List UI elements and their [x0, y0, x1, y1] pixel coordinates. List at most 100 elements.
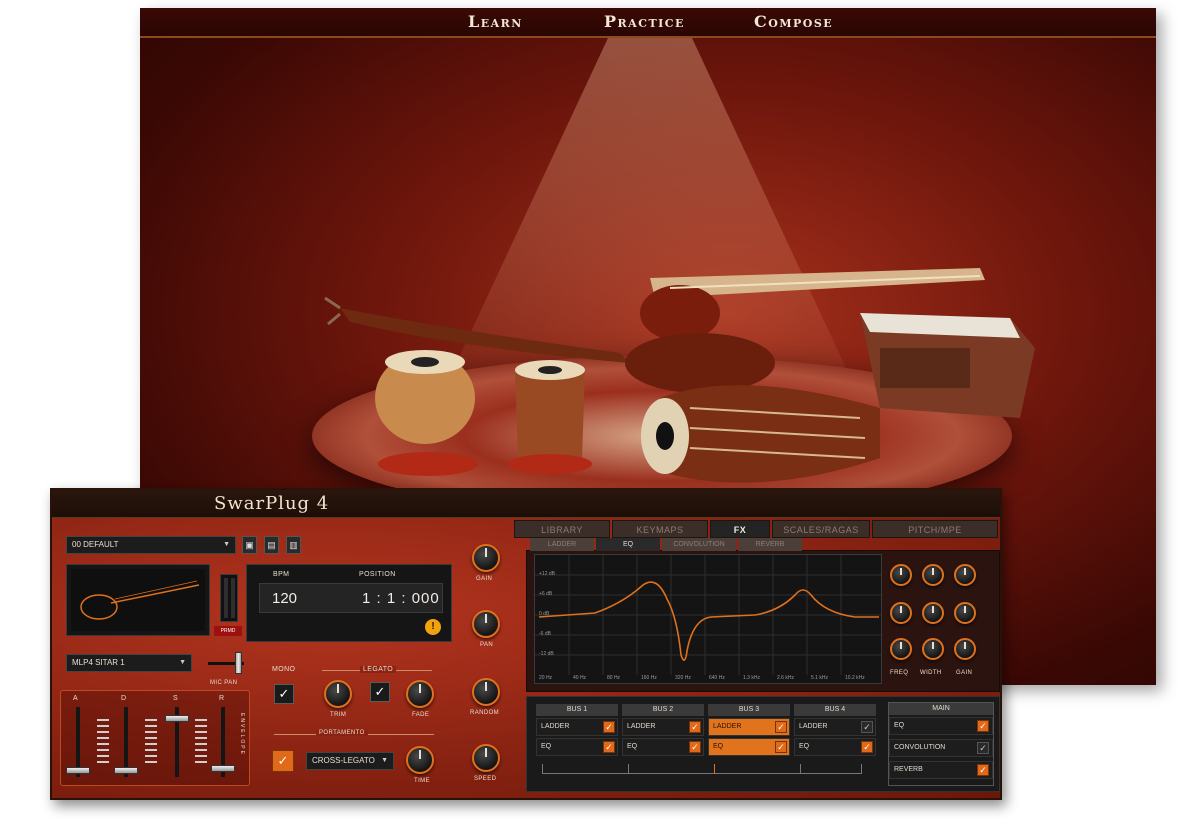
- eq-band2-freq-knob[interactable]: [890, 602, 912, 624]
- eq-y-label: -12 dB: [539, 651, 554, 657]
- bus-routing-line: [714, 764, 715, 774]
- bus-4-ladder-checkbox[interactable]: ✓: [861, 721, 873, 733]
- time-knob[interactable]: [406, 746, 434, 774]
- bus-row-label: EQ: [799, 743, 810, 750]
- sustain-slider-handle[interactable]: [165, 715, 189, 722]
- bus-2: BUS 2 LADDER ✓ EQ ✓: [622, 704, 704, 760]
- eq-x-label: 640 Hz: [709, 675, 725, 681]
- eq-band1-gain-knob[interactable]: [954, 564, 976, 586]
- attack-slider-handle[interactable]: [66, 767, 90, 774]
- bus-row-label: LADDER: [799, 723, 828, 730]
- mono-label: MONO: [272, 666, 296, 673]
- bus-2-eq-checkbox[interactable]: ✓: [689, 741, 701, 753]
- preset-value: 00 DEFAULT: [72, 540, 119, 549]
- pan-label: PAN: [480, 642, 494, 648]
- bus-row-label: EQ: [713, 743, 724, 750]
- bus-row-label: EQ: [541, 743, 552, 750]
- legato-label: LEGATO: [360, 666, 397, 673]
- main-bus: MAIN EQ ✓ CONVOLUTION ✓ REVERB ✓: [888, 702, 994, 786]
- info-icon[interactable]: !: [425, 619, 441, 635]
- instrument-dropdown[interactable]: MLP4 SITAR 1 ▼: [66, 654, 192, 672]
- tab-library[interactable]: LIBRARY: [514, 520, 610, 538]
- portamento-mode-dropdown[interactable]: CROSS-LEGATO ▼: [306, 752, 394, 770]
- nav-practice[interactable]: Practice: [604, 12, 685, 31]
- subtab-reverb[interactable]: REVERB: [738, 538, 802, 551]
- bpm-value: 120: [272, 590, 298, 607]
- eq-band3-width-knob[interactable]: [922, 638, 944, 660]
- bus-1-eq-checkbox[interactable]: ✓: [603, 741, 615, 753]
- level-meter: [220, 574, 238, 622]
- nav-compose[interactable]: Compose: [754, 12, 833, 31]
- chevron-down-icon: ▼: [223, 541, 230, 548]
- bus-routing-line: [628, 764, 629, 774]
- bus-2-ladder-checkbox[interactable]: ✓: [689, 721, 701, 733]
- portamento-label: PORTAMENTO: [316, 730, 368, 736]
- decay-slider-handle[interactable]: [114, 767, 138, 774]
- eq-band1-freq-knob[interactable]: [890, 564, 912, 586]
- eq-graph[interactable]: +12 dB +6 dB 0 dB -6 dB -12 dB 20 Hz 40 …: [534, 554, 882, 684]
- subtab-ladder[interactable]: LADDER: [530, 538, 594, 551]
- eq-y-label: 0 dB: [539, 611, 550, 617]
- plugin-title: SwarPlug 4: [214, 493, 330, 514]
- eq-x-label: 320 Hz: [675, 675, 691, 681]
- bus-row-label: LADDER: [541, 723, 570, 730]
- trim-knob[interactable]: [324, 680, 352, 708]
- load-icon[interactable]: ▥: [286, 536, 301, 554]
- prmd-button[interactable]: PRMD: [214, 626, 242, 636]
- sustain-scale: [195, 719, 207, 763]
- eq-x-label: 2.6 kHz: [777, 675, 794, 681]
- eq-band2-gain-knob[interactable]: [954, 602, 976, 624]
- bus-4-eq-checkbox[interactable]: ✓: [861, 741, 873, 753]
- envelope-panel: A D S R ENVELOPE: [60, 690, 250, 786]
- eq-band3-gain-knob[interactable]: [954, 638, 976, 660]
- main-eq-checkbox[interactable]: ✓: [977, 720, 989, 732]
- gain-knob[interactable]: [472, 544, 500, 572]
- pan-knob[interactable]: [472, 610, 500, 638]
- chevron-down-icon: ▼: [179, 659, 186, 666]
- bus-4-header: BUS 4: [794, 704, 876, 716]
- preset-dropdown[interactable]: 00 DEFAULT ▼: [66, 536, 236, 554]
- main-convolution-checkbox[interactable]: ✓: [977, 742, 989, 754]
- tab-fx[interactable]: FX: [710, 520, 770, 538]
- eq-x-label: 5.1 kHz: [811, 675, 828, 681]
- mic-pan-slider-handle[interactable]: [235, 652, 242, 674]
- bus-row-label: LADDER: [627, 723, 656, 730]
- eq-x-label: 10.2 kHz: [845, 675, 865, 681]
- bus-3-ladder-checkbox[interactable]: ✓: [775, 721, 787, 733]
- save-icon[interactable]: ▣: [242, 536, 257, 554]
- adsr-d-label: D: [121, 695, 127, 702]
- bus-1-ladder-checkbox[interactable]: ✓: [603, 721, 615, 733]
- eq-y-label: +12 dB: [539, 571, 555, 577]
- tab-keymaps[interactable]: KEYMAPS: [612, 520, 708, 538]
- eq-band2-width-knob[interactable]: [922, 602, 944, 624]
- plugin-header: SwarPlug 4: [52, 490, 1000, 518]
- tab-pitch-mpe[interactable]: PITCH/MPE: [872, 520, 998, 538]
- attack-scale: [97, 719, 109, 763]
- fade-knob[interactable]: [406, 680, 434, 708]
- mic-pan-label: MIC PAN: [210, 680, 238, 686]
- release-slider-handle[interactable]: [211, 765, 235, 772]
- mono-checkbox[interactable]: ✓: [274, 684, 294, 704]
- legato-checkbox[interactable]: ✓: [370, 682, 390, 702]
- nav-learn[interactable]: Learn: [468, 12, 523, 31]
- main-reverb-checkbox[interactable]: ✓: [977, 764, 989, 776]
- subtab-eq[interactable]: EQ: [596, 538, 660, 551]
- position-label: POSITION: [359, 571, 396, 578]
- bus-4: BUS 4 LADDER ✓ EQ ✓: [794, 704, 876, 760]
- speed-label: SPEED: [474, 776, 497, 782]
- eq-gain-label: GAIN: [956, 670, 973, 676]
- bus-3-eq-checkbox[interactable]: ✓: [775, 741, 787, 753]
- decay-scale: [145, 719, 157, 763]
- bus-routing-line: [800, 764, 801, 774]
- eq-band1-width-knob[interactable]: [922, 564, 944, 586]
- eq-curve-plot: [535, 555, 881, 675]
- subtab-convolution[interactable]: CONVOLUTION: [662, 538, 736, 551]
- portamento-checkbox[interactable]: ✓: [272, 750, 294, 772]
- tab-scales-ragas[interactable]: SCALES/RAGAS: [772, 520, 870, 538]
- save-as-icon[interactable]: ▤: [264, 536, 279, 554]
- adsr-s-label: S: [173, 695, 179, 702]
- eq-band3-freq-knob[interactable]: [890, 638, 912, 660]
- sitar-outline-image: [71, 569, 205, 631]
- random-knob[interactable]: [472, 678, 500, 706]
- speed-knob[interactable]: [472, 744, 500, 772]
